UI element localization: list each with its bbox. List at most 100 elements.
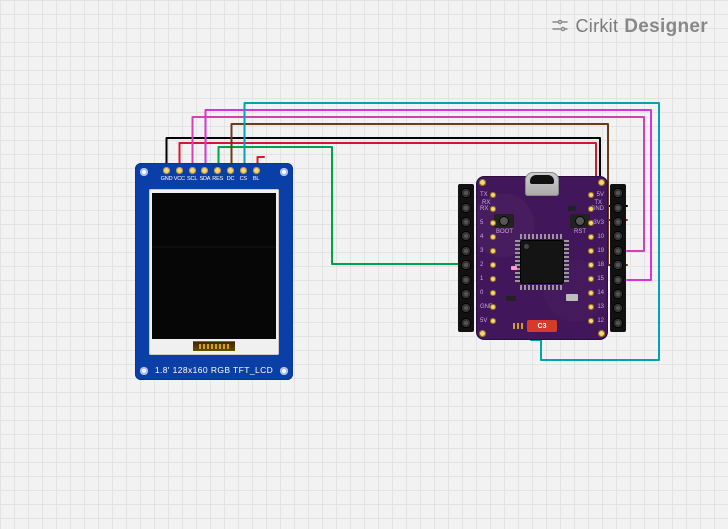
header-pin[interactable] xyxy=(462,276,470,284)
header-pin[interactable] xyxy=(614,218,622,226)
mount-hole xyxy=(140,168,148,176)
solder-pad xyxy=(490,304,496,310)
mcu-header-left xyxy=(458,184,474,332)
pin-label: TX xyxy=(480,192,488,198)
pin-label: 13 xyxy=(597,304,604,310)
solder-pad xyxy=(490,318,496,324)
tft-pin-scl[interactable]: SCL xyxy=(188,167,197,182)
header-pin[interactable] xyxy=(462,261,470,269)
header-pin[interactable] xyxy=(614,261,622,269)
pin-label: 18 xyxy=(597,262,604,268)
pin-label: SCL xyxy=(187,176,197,182)
pin-label: GND xyxy=(161,176,173,182)
mount-hole xyxy=(598,179,605,186)
mount-hole xyxy=(479,330,486,337)
header-pin[interactable] xyxy=(462,290,470,298)
header-pin[interactable] xyxy=(462,304,470,312)
pin-label: 12 xyxy=(597,318,604,324)
solder-pad xyxy=(189,167,196,174)
chip-leads xyxy=(520,285,564,290)
tft-pin-res[interactable]: RES xyxy=(213,167,222,182)
solder-pad xyxy=(588,220,594,226)
pin-label: DC xyxy=(227,176,235,182)
solder-pad xyxy=(588,318,594,324)
mcu-pinpads-left xyxy=(489,188,497,328)
solder-pad xyxy=(588,192,594,198)
mount-hole xyxy=(479,179,486,186)
mcu-pcb: BOOT RST RX TX C3 TXRX543210GND5V 5VGND3… xyxy=(476,176,608,340)
solder-pad xyxy=(588,304,594,310)
tft-pin-cs[interactable]: CS xyxy=(239,167,248,182)
header-pin[interactable] xyxy=(462,204,470,212)
header-pin[interactable] xyxy=(462,247,470,255)
pin-label: 0 xyxy=(480,290,483,296)
tft-pin-header: GNDVCCSCLSDARES DC CS BL xyxy=(162,167,261,182)
pin-label: VCC xyxy=(174,176,185,182)
pin-label: 10 xyxy=(597,234,604,240)
header-pin[interactable] xyxy=(614,204,622,212)
solder-pad xyxy=(240,167,247,174)
solder-pad xyxy=(214,167,221,174)
header-pin[interactable] xyxy=(462,319,470,327)
header-pin[interactable] xyxy=(462,232,470,240)
tft-pin-dc[interactable]: DC xyxy=(226,167,235,182)
solder-pad xyxy=(588,262,594,268)
mount-hole xyxy=(280,168,288,176)
tft-label: 1.8' 128x160 RGB TFT_LCD xyxy=(135,365,293,375)
solder-pad xyxy=(490,220,496,226)
solder-pad xyxy=(588,276,594,282)
header-pin[interactable] xyxy=(614,189,622,197)
solder-pad xyxy=(490,192,496,198)
pin-label: 1 xyxy=(480,276,483,282)
header-pin[interactable] xyxy=(462,189,470,197)
tft-module[interactable]: GNDVCCSCLSDARES DC CS BL 1.8' 128x160 RGB T… xyxy=(135,163,293,380)
solder-pad xyxy=(176,167,183,174)
pin-label: 5V xyxy=(597,192,604,198)
solder-pad xyxy=(588,290,594,296)
tft-pin-gnd[interactable]: GND xyxy=(162,167,171,182)
solder-pad xyxy=(490,290,496,296)
pin-label: 4 xyxy=(480,234,483,240)
solder-pad xyxy=(490,276,496,282)
status-led xyxy=(511,266,517,270)
header-pin[interactable] xyxy=(462,218,470,226)
pin-label: 3 xyxy=(480,248,483,254)
header-pin[interactable] xyxy=(614,319,622,327)
design-canvas[interactable]: Cirkit Designer GNDVCCSCLSDARESDCCSBL 1.… xyxy=(0,0,728,529)
header-pin[interactable] xyxy=(614,232,622,240)
chip-tag: C3 xyxy=(527,320,557,332)
crystal-osc xyxy=(566,294,578,301)
tft-screen xyxy=(152,193,276,339)
tft-screen-bezel xyxy=(149,189,279,355)
solder-pad xyxy=(490,234,496,240)
tft-pin-vcc[interactable]: VCC xyxy=(175,167,184,182)
solder-pad xyxy=(588,248,594,254)
header-pin[interactable] xyxy=(614,304,622,312)
solder-pad xyxy=(588,206,594,212)
tft-pin-sda[interactable]: SDA xyxy=(200,167,209,182)
tft-pin-bl[interactable]: BL xyxy=(252,167,261,182)
pin-label: 2 xyxy=(480,262,483,268)
pin-label: 14 xyxy=(597,290,604,296)
solder-pad xyxy=(163,167,170,174)
smd-component xyxy=(568,206,576,211)
pin-label: RES xyxy=(212,176,223,182)
pin-label: 19 xyxy=(597,248,604,254)
header-pin[interactable] xyxy=(614,290,622,298)
boot-button[interactable] xyxy=(494,214,514,228)
header-pin[interactable] xyxy=(614,276,622,284)
smd-component xyxy=(506,296,516,301)
mcu-chip xyxy=(520,240,564,284)
header-pin[interactable] xyxy=(614,247,622,255)
pin-label: 5 xyxy=(480,220,483,226)
pin-label: SDA xyxy=(199,176,210,182)
mount-hole xyxy=(598,330,605,337)
solder-pad xyxy=(490,248,496,254)
solder-pad xyxy=(490,206,496,212)
solder-pad xyxy=(253,167,260,174)
pin-label: 5V xyxy=(480,318,487,324)
pin-label: CS xyxy=(240,176,247,182)
mcu-pinpads-right xyxy=(587,188,595,328)
chip-leads xyxy=(520,234,564,239)
mcu-board[interactable]: BOOT RST RX TX C3 TXRX543210GND5V 5VGND3… xyxy=(458,176,626,340)
